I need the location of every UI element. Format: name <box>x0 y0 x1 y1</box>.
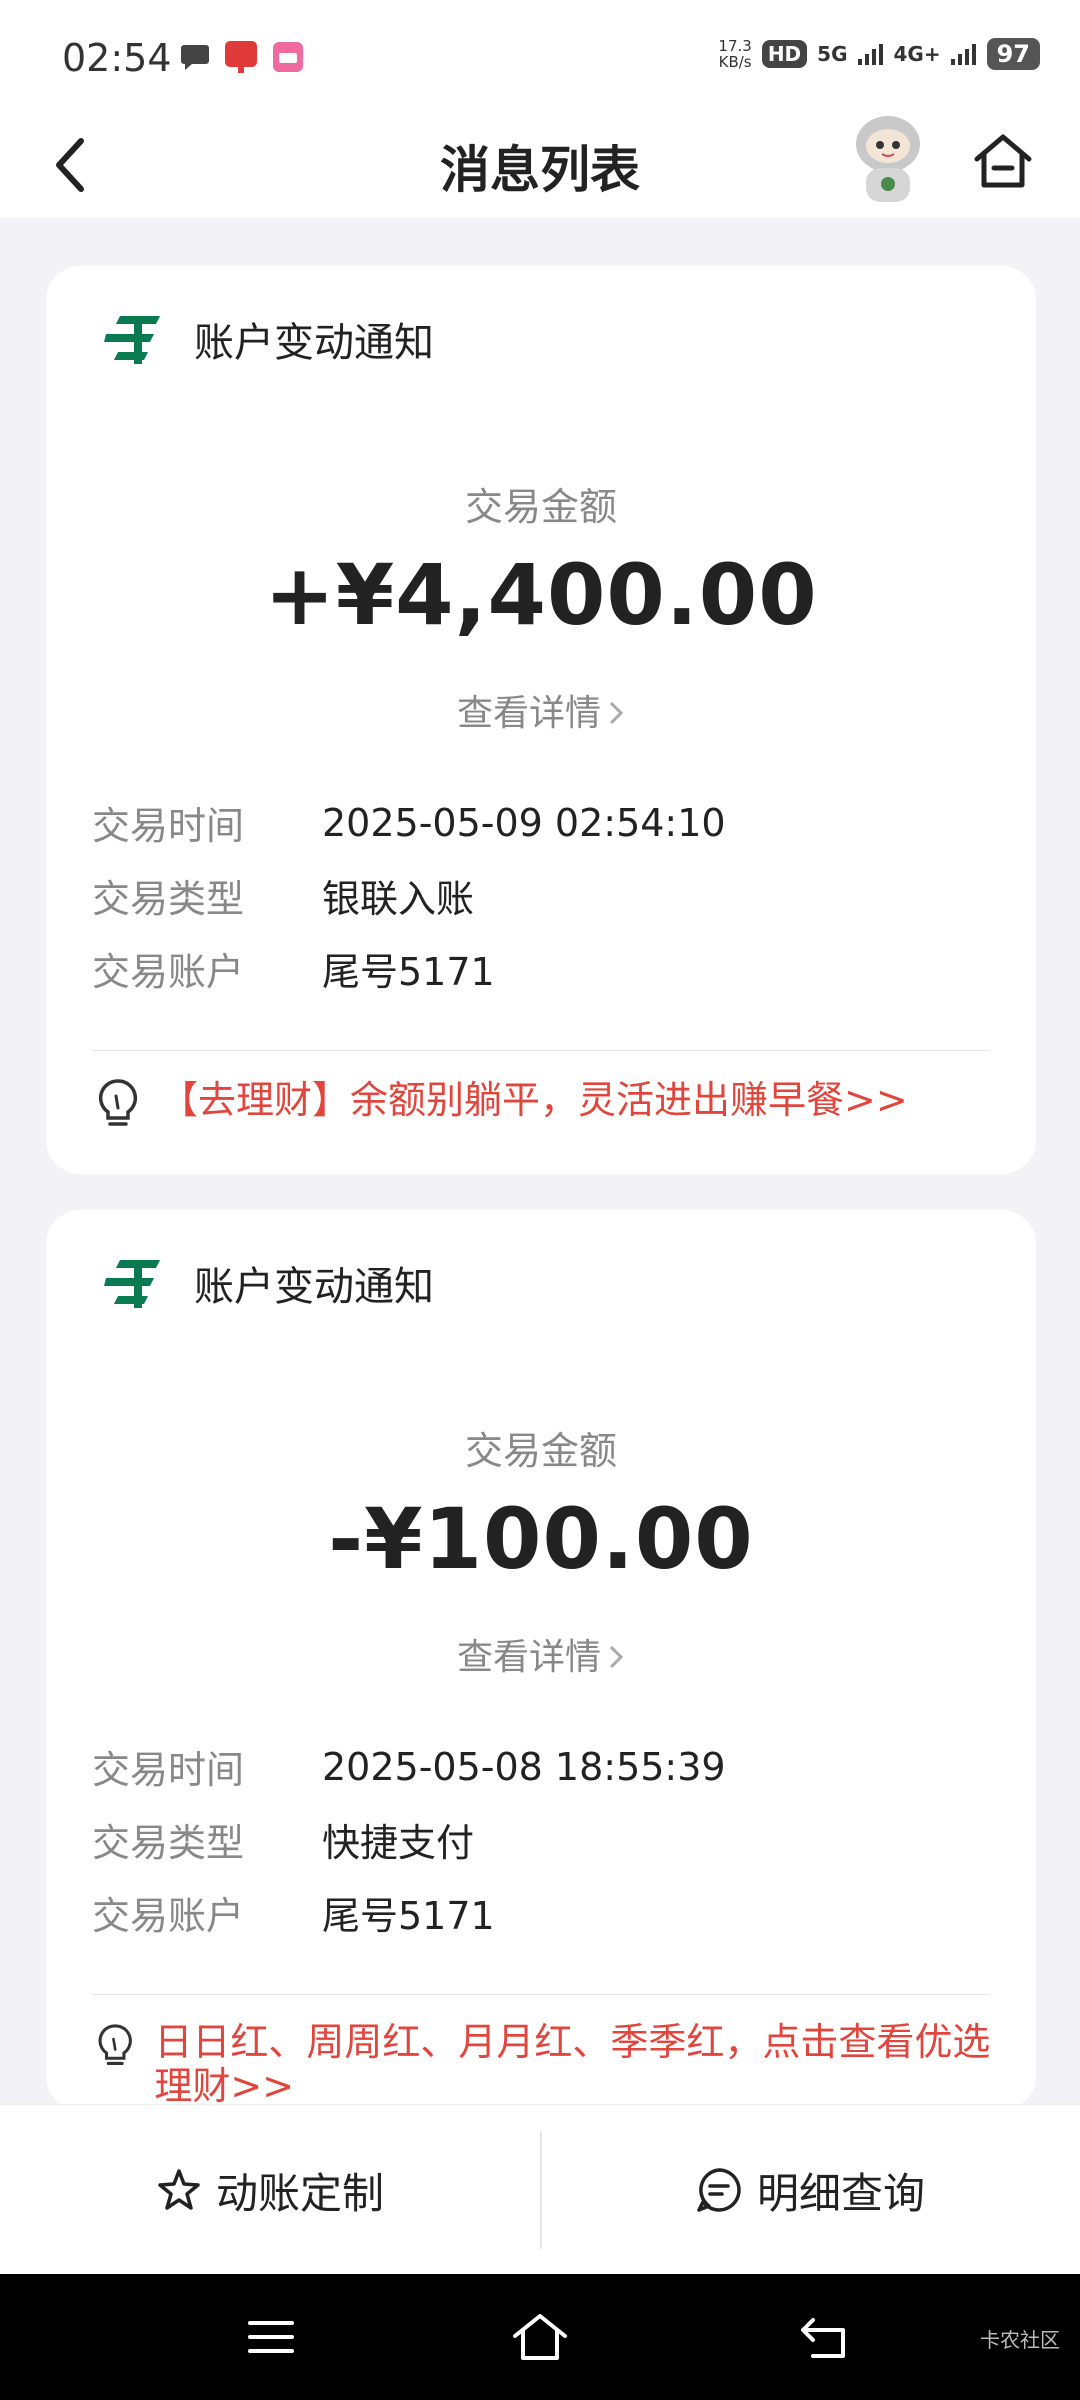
divider <box>92 1994 990 1995</box>
system-status: 17.3 KB/s HD 5G 4G+ 97 <box>718 38 1040 70</box>
detail-query-label: 明细查询 <box>756 2168 925 2218</box>
promo-text: 【去理财】余额别躺平，灵活进出赚早餐>> <box>160 1078 908 1122</box>
battery-indicator: 97 <box>986 38 1040 70</box>
hd-badge: HD <box>761 40 808 68</box>
signal-5g: 5G <box>817 42 848 66</box>
view-details-link[interactable]: 查看详情 <box>46 1628 1036 1680</box>
info-value: 尾号5171 <box>322 950 495 994</box>
network-speed: 17.3 KB/s <box>718 38 751 70</box>
info-value: 尾号5171 <box>322 1894 495 1938</box>
info-label: 交易账户 <box>92 950 245 994</box>
watermark: 卡农社区 <box>980 2328 1060 2352</box>
transaction-alert-settings-label: 动账定制 <box>215 2168 384 2218</box>
message-title: 账户变动通知 <box>194 320 434 366</box>
message-title: 账户变动通知 <box>194 1264 434 1310</box>
info-value: 2025-05-08 18:55:39 <box>322 1744 726 1789</box>
message-header: 账户变动通知 <box>104 1254 434 1312</box>
info-label: 交易账户 <box>92 1894 245 1938</box>
transaction-info: 交易时间 2025-05-08 18:55:39 交易类型 快捷支付 交易账户 … <box>92 1730 726 1949</box>
system-navigation-bar: 卡农社区 <box>0 2274 1080 2400</box>
info-value: 快捷支付 <box>322 1821 475 1865</box>
mascot-assistant[interactable] <box>838 110 938 210</box>
bottom-action-bar: 动账定制 明细查询 <box>0 2104 1080 2274</box>
notification-icons <box>180 40 304 74</box>
star-badge-icon <box>158 2169 200 2210</box>
lightbulb-icon <box>98 1079 138 1126</box>
system-home-button[interactable] <box>505 2304 575 2370</box>
robot-mascot-icon <box>856 116 920 202</box>
home-outline-icon <box>513 2314 567 2360</box>
info-label: 交易时间 <box>92 804 245 848</box>
home-button[interactable] <box>968 126 1038 196</box>
info-value: 2025-05-09 02:54:10 <box>322 800 726 845</box>
status-time: 02:54 <box>62 36 172 80</box>
postal-bank-logo-icon <box>104 1260 160 1308</box>
info-value: 银联入账 <box>322 877 475 921</box>
message-card[interactable]: 账户变动通知 交易金额 -¥100.00 查看详情 交易时间 2025-05-0… <box>46 1210 1036 2110</box>
info-row-account: 交易账户 尾号5171 <box>92 932 726 1005</box>
view-details-label: 查看详情 <box>456 693 601 734</box>
promo-banner[interactable]: 【去理财】余额别躺平，灵活进出赚早餐>> <box>96 1078 1006 1130</box>
amount-label: 交易金额 <box>464 485 617 529</box>
detail-query-button[interactable]: 明细查询 <box>540 2105 1080 2275</box>
view-details-label: 查看详情 <box>456 1637 601 1678</box>
app-notification-icon <box>225 41 257 73</box>
chat-notification-icon <box>181 45 209 70</box>
status-bar: 02:54 17.3 KB/s HD 5G 4G+ 97 <box>0 0 1080 110</box>
lightbulb-icon <box>98 2024 132 2065</box>
chevron-right-icon <box>609 1645 624 1669</box>
chat-search-icon <box>697 2168 741 2212</box>
system-back-button[interactable] <box>790 2304 860 2370</box>
postal-bank-logo-icon <box>104 316 160 364</box>
recent-apps-button[interactable] <box>236 2304 306 2370</box>
message-header: 账户变动通知 <box>104 310 434 368</box>
info-row-time: 交易时间 2025-05-08 18:55:39 <box>92 1730 726 1803</box>
signal-4g: 4G+ <box>893 42 941 66</box>
promo-banner[interactable]: 日日红、周周红、月月红、季季红，点击查看优选理财>> <box>96 2020 1006 2108</box>
transaction-amount: +¥4,400.00 <box>264 546 818 644</box>
info-row-account: 交易账户 尾号5171 <box>92 1876 726 1949</box>
home-icon <box>974 134 1032 188</box>
signal-bars-icon <box>857 44 883 65</box>
signal-bars-icon-2 <box>950 44 976 65</box>
network-speed-value: 17.3 <box>718 37 752 55</box>
info-row-time: 交易时间 2025-05-09 02:54:10 <box>92 786 726 859</box>
menu-icon <box>248 2321 294 2353</box>
view-details-link[interactable]: 查看详情 <box>46 684 1036 736</box>
back-arrow-icon <box>801 2318 845 2358</box>
info-row-type: 交易类型 银联入账 <box>92 859 726 932</box>
network-speed-unit: KB/s <box>718 53 752 71</box>
chevron-right-icon <box>609 701 624 725</box>
app-header: 消息列表 <box>0 110 1080 218</box>
transaction-info: 交易时间 2025-05-09 02:54:10 交易类型 银联入账 交易账户 … <box>92 786 726 1005</box>
divider <box>92 1050 990 1051</box>
info-row-type: 交易类型 快捷支付 <box>92 1803 726 1876</box>
message-card[interactable]: 账户变动通知 交易金额 +¥4,400.00 查看详情 交易时间 2025-05… <box>46 266 1036 1174</box>
info-label: 交易类型 <box>92 1821 245 1865</box>
transaction-alert-settings-button[interactable]: 动账定制 <box>0 2105 540 2275</box>
app-notification-icon-2 <box>273 42 303 72</box>
info-label: 交易类型 <box>92 877 245 921</box>
info-label: 交易时间 <box>92 1748 245 1792</box>
amount-label: 交易金额 <box>464 1429 617 1473</box>
transaction-amount: -¥100.00 <box>328 1490 754 1588</box>
promo-text: 日日红、周周红、月月红、季季红，点击查看优选理财>> <box>154 2020 991 2108</box>
